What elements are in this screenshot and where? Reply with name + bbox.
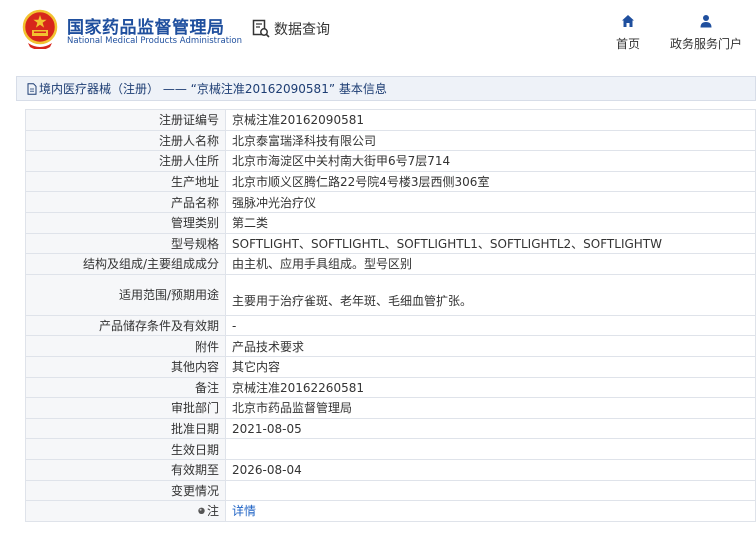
- field-value: SOFTLIGHT、SOFTLIGHTL、SOFTLIGHTL1、SOFTLIG…: [225, 232, 756, 255]
- data-query-label: 数据查询: [274, 22, 330, 38]
- note-value-cell: 详情: [225, 500, 756, 522]
- field-label: 有效期至: [25, 458, 226, 481]
- field-label: 结构及组成/主要组成成分: [25, 253, 226, 275]
- field-label: 其他内容: [25, 355, 226, 378]
- user-icon: [700, 15, 712, 28]
- table-row: 其他内容 其它内容: [25, 355, 756, 378]
- document-search-icon: [252, 19, 270, 38]
- field-value: 强脉冲光治疗仪: [225, 191, 756, 213]
- field-value: 第二类: [225, 211, 756, 234]
- field-label: 型号规格: [25, 232, 226, 255]
- site-subtitle: National Medical Products Administration: [67, 36, 242, 46]
- device-info-table: 注册证编号 京械注准20162090581 注册人名称 北京泰富瑞泽科技有限公司 注册人…: [25, 109, 756, 522]
- table-row: 结构及组成/主要组成成分 由主机、应用手具组成。型号区别: [25, 253, 756, 275]
- table-row: 型号规格 SOFTLIGHT、SOFTLIGHTL、SOFTLIGHTL1、SOF…: [25, 232, 756, 255]
- site-title: 国家药品监督管理局: [67, 18, 225, 38]
- table-row: 生效日期: [25, 438, 756, 460]
- field-value: 其它内容: [225, 355, 756, 378]
- pin-icon: [198, 507, 205, 515]
- table-row: 注册证编号 京械注准20162090581: [25, 109, 756, 131]
- table-row-note: 注详情: [25, 500, 756, 522]
- field-label: 注册人住所: [25, 150, 226, 172]
- field-value: 由主机、应用手具组成。型号区别: [225, 253, 756, 275]
- field-value: 京械注准20162090581: [225, 109, 756, 131]
- table-row: 生产地址 北京市顺义区腾仁路22号院4号楼3层西侧306室: [25, 170, 756, 193]
- field-label: 管理类别: [25, 211, 226, 234]
- table-row: 有效期至 2026-08-04: [25, 458, 756, 481]
- field-value: 北京市药品监督管理局: [225, 397, 756, 419]
- field-value: 2021-08-05: [225, 417, 756, 440]
- field-value: [225, 438, 756, 460]
- details-link[interactable]: 详情: [232, 504, 256, 518]
- field-label: 产品储存条件及有效期: [25, 314, 226, 337]
- table-row: 审批部门 北京市药品监督管理局: [25, 397, 756, 419]
- field-label: 变更情况: [25, 479, 226, 502]
- field-label: 审批部门: [25, 397, 226, 419]
- nav-home-label: 首页: [615, 37, 640, 51]
- note-label-cell: 注: [25, 500, 226, 522]
- field-label: 适用范围/预期用途: [25, 273, 226, 316]
- table-row: 管理类别 第二类: [25, 211, 756, 234]
- field-label: 生效日期: [25, 438, 226, 460]
- field-value: 北京市顺义区腾仁路22号院4号楼3层西侧306室: [225, 170, 756, 193]
- field-value: 产品技术要求: [225, 335, 756, 357]
- field-label: 附件: [25, 335, 226, 357]
- nav-portal-label: 政务服务门户: [669, 37, 742, 51]
- table-row: 变更情况: [25, 479, 756, 502]
- table-row: 备注 京械注准20162260581: [25, 376, 756, 399]
- field-value: [225, 479, 756, 502]
- field-label: 批准日期: [25, 417, 226, 440]
- table-row: 批准日期 2021-08-05: [25, 417, 756, 440]
- field-label: 生产地址: [25, 170, 226, 193]
- table-row: 注册人住所 北京市海淀区中关村南大街甲6号7层714: [25, 150, 756, 172]
- field-value: -: [225, 314, 756, 337]
- table-row: 适用范围/预期用途 主要用于治疗雀斑、老年斑、毛细血管扩张。: [25, 273, 756, 316]
- field-value: 2026-08-04: [225, 458, 756, 481]
- document-icon: [27, 82, 37, 95]
- breadcrumb-text: 境内医疗器械（注册） —— “京械注准20162090581” 基本信息: [39, 82, 387, 96]
- field-label: 产品名称: [25, 191, 226, 213]
- nav-home[interactable]: 首页: [613, 14, 643, 52]
- national-emblem-icon: [22, 9, 58, 49]
- table-row: 注册人名称 北京泰富瑞泽科技有限公司: [25, 129, 756, 152]
- site-header: 国家药品监督管理局 National Medical Products Admi…: [0, 0, 756, 68]
- table-row: 附件 产品技术要求: [25, 335, 756, 357]
- note-label: 注: [206, 504, 219, 519]
- home-icon: [622, 15, 634, 27]
- breadcrumb: 境内医疗器械（注册） —— “京械注准20162090581” 基本信息: [16, 76, 756, 101]
- field-value: 主要用于治疗雀斑、老年斑、毛细血管扩张。: [225, 273, 756, 316]
- table-row: 产品名称 强脉冲光治疗仪: [25, 191, 756, 213]
- field-value: 北京泰富瑞泽科技有限公司: [225, 129, 756, 152]
- field-value: 京械注准20162260581: [225, 376, 756, 399]
- field-label: 注册人名称: [25, 129, 226, 152]
- field-label: 注册证编号: [25, 109, 226, 131]
- data-query-link[interactable]: 数据查询: [252, 18, 330, 40]
- table-row: 产品储存条件及有效期 -: [25, 314, 756, 337]
- field-value: 北京市海淀区中关村南大街甲6号7层714: [225, 150, 756, 172]
- nav-service-portal[interactable]: 政务服务门户: [668, 14, 744, 52]
- field-label: 备注: [25, 376, 226, 399]
